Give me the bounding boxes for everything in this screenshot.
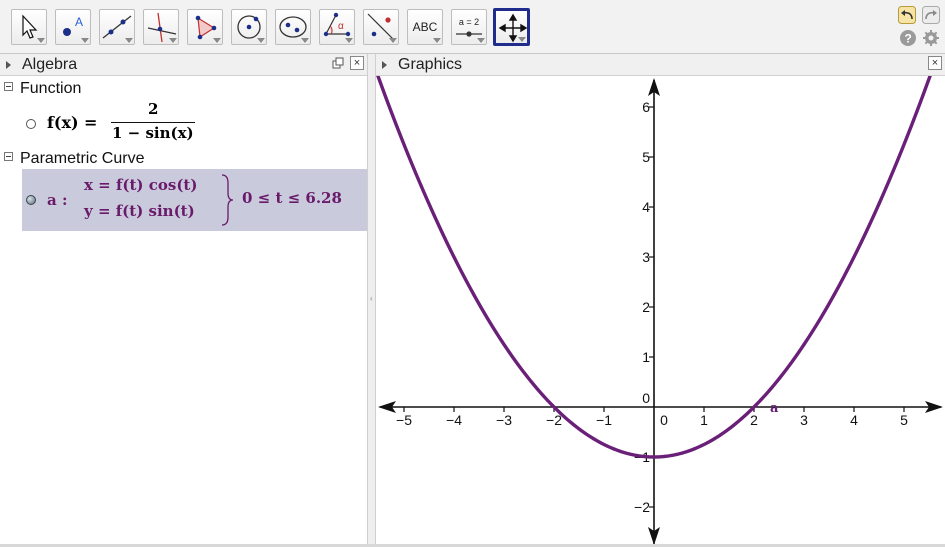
x-tick-label: −3: [496, 412, 512, 428]
undock-icon[interactable]: [332, 57, 344, 69]
function-denominator: 1 − sin(x): [112, 124, 194, 142]
x-tick-label: 0: [660, 412, 668, 428]
y-tick-label: 3: [642, 249, 650, 265]
curve-y-equation: y = f(t) sin(t): [84, 202, 195, 220]
category-function[interactable]: Function: [4, 80, 81, 98]
help-icon[interactable]: ?: [899, 29, 917, 47]
graphics-view[interactable]: −5 −4 −3 −2 −1 0 1 2 3 4 5 6 5 4 3 2 1 0 −1 −2 a: [376, 76, 945, 547]
undo-icon[interactable]: [898, 6, 916, 24]
fraction-bar: [111, 122, 195, 123]
y-tick-label: 5: [642, 149, 650, 165]
collapse-icon[interactable]: [4, 82, 13, 91]
reflect-tool-button[interactable]: [363, 9, 399, 45]
collapse-icon[interactable]: [4, 152, 13, 161]
slider-tool-button[interactable]: a = 2: [451, 9, 487, 45]
angle-tool-button[interactable]: α: [319, 9, 355, 45]
parametric-curve-a[interactable]: [376, 76, 945, 459]
curve-label: a: [770, 401, 779, 416]
y-tick-label: 0: [642, 390, 650, 406]
x-tick-label: 3: [800, 412, 808, 428]
x-tick-label: 4: [850, 412, 858, 428]
parametric-curve-row[interactable]: a : x = f(t) cos(t) y = f(t) sin(t) 0 ≤ …: [22, 169, 367, 231]
function-numerator: 2: [148, 100, 159, 118]
y-tick-label: 2: [642, 299, 650, 315]
x-tick-label: 5: [900, 412, 908, 428]
expand-caret-icon[interactable]: [382, 61, 387, 69]
x-tick-label: −4: [446, 412, 462, 428]
toolbar: A α ABC a = 2 ?: [0, 0, 945, 54]
y-tick-label: 6: [642, 99, 650, 115]
circle-tool-button[interactable]: [231, 9, 267, 45]
curve-name: a :: [47, 191, 68, 209]
category-parametric-label: Parametric Curve: [20, 150, 145, 167]
close-algebra-button[interactable]: ×: [350, 56, 364, 70]
graphics-panel-header[interactable]: Graphics ×: [376, 54, 945, 76]
geogebra-window: A α ABC a = 2 ? Algebra × ‹ Graphics × F…: [0, 0, 945, 547]
curve-x-equation: x = f(t) cos(t): [84, 176, 198, 194]
graphics-canvas[interactable]: −5 −4 −3 −2 −1 0 1 2 3 4 56543210−1−2 a: [376, 76, 945, 547]
expand-caret-icon[interactable]: [6, 61, 11, 69]
y-tick-label: 4: [642, 199, 650, 215]
category-function-label: Function: [20, 80, 82, 97]
svg-text:?: ?: [905, 32, 912, 46]
polygon-tool-button[interactable]: [187, 9, 223, 45]
gear-icon[interactable]: [922, 29, 940, 47]
function-row[interactable]: f(x) = 2 1 − sin(x): [22, 100, 367, 146]
function-lhs: f(x): [47, 113, 79, 132]
function-equals: =: [84, 113, 98, 132]
graphics-title: Graphics: [398, 56, 463, 73]
x-tick-label: −5: [396, 412, 412, 428]
curve-parameter-range: 0 ≤ t ≤ 6.28: [242, 189, 342, 207]
line-tool-button[interactable]: [99, 9, 135, 45]
right-brace: [221, 174, 234, 226]
x-tick-label: −1: [596, 412, 612, 428]
svg-text:α: α: [338, 21, 344, 32]
svg-text:A: A: [75, 15, 83, 29]
perpendicular-tool-button[interactable]: [143, 9, 179, 45]
x-tick-label: 1: [700, 412, 708, 428]
algebra-title: Algebra: [22, 56, 78, 73]
algebra-panel-header[interactable]: Algebra ×: [0, 54, 367, 76]
visibility-toggle-icon[interactable]: [26, 119, 36, 129]
move-tool-button[interactable]: [11, 9, 47, 45]
conic-tool-button[interactable]: [275, 9, 311, 45]
text-tool-button[interactable]: ABC: [407, 9, 443, 45]
y-tick-label: −2: [634, 499, 650, 515]
move-graphics-tool-button[interactable]: [493, 8, 530, 46]
category-parametric-curve[interactable]: Parametric Curve: [4, 150, 144, 168]
y-tick-label: 1: [642, 349, 650, 365]
redo-icon[interactable]: [922, 6, 940, 24]
close-graphics-button[interactable]: ×: [928, 56, 942, 70]
point-tool-button[interactable]: A: [55, 9, 91, 45]
visibility-toggle-icon[interactable]: [26, 195, 36, 205]
x-tick-label: 2: [750, 412, 758, 428]
panel-splitter[interactable]: ‹: [367, 54, 376, 547]
